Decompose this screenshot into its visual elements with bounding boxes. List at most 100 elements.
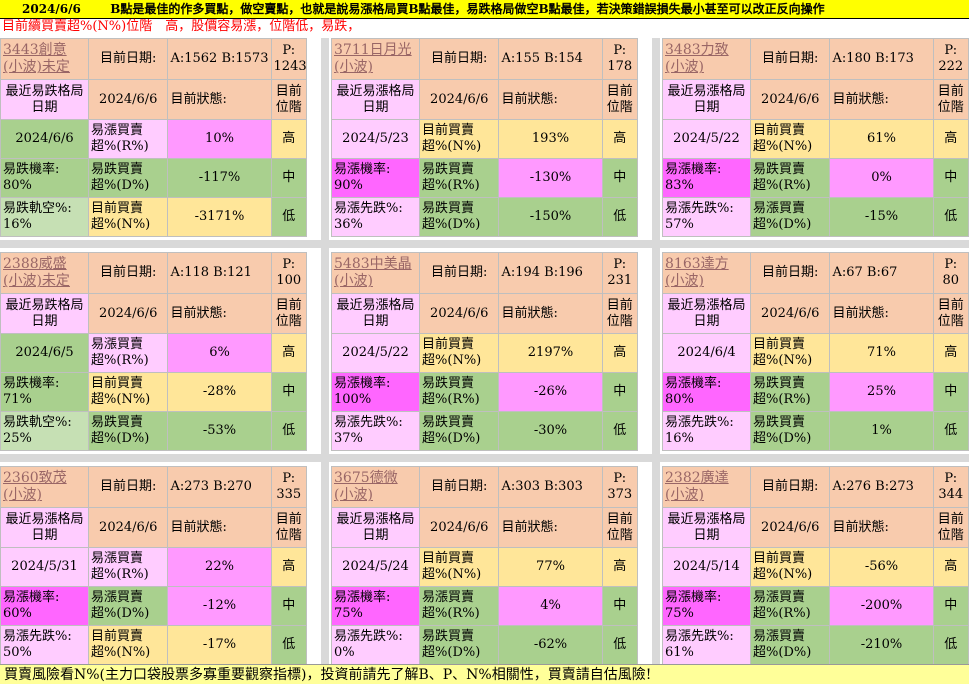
row1-label: 目前買賣超%(N%) [419,332,500,373]
stock-name-link[interactable]: 8163達方(小波) [665,256,729,289]
header-text: B點是最佳的作多買點，做空賣點，也就是說易漲格局買B點最佳，易跌格局做空B點最佳… [110,2,825,16]
stock-name-cell: 2388威盛(小波)未定 [0,251,90,295]
header-date: 2024/6/6 [22,2,81,16]
row3-label: 目前買賣超%(N%) [88,624,169,666]
probability: 易跌機率: 80% [0,157,90,198]
current-date-value: 2024/6/6 [750,293,831,334]
stock-name-cell: 8163達方(小波) [661,251,752,295]
row3-value: -62% [498,624,603,666]
row3-value: -53% [167,410,272,452]
row2-value: 0% [829,157,934,198]
level-mid: 中 [932,157,969,198]
row1-label: 目前買賣超%(N%) [419,546,500,587]
level-high: 高 [601,118,639,159]
stock-name-link[interactable]: 2360致茂(小波) [3,470,67,503]
probability: 易漲機率: 90% [330,157,421,198]
p-price: P: 1243 [270,37,308,81]
row2-label: 易跌買賣超%(R%) [750,371,831,412]
recent-pattern-label: 最近易漲格局日期 [661,507,752,548]
footer-disclaimer: 買賣風險看N%(主力口袋股票多寡重要觀察指標)，投資前請先了解B、P、N%相關性… [0,664,969,684]
level-high: 高 [270,546,308,587]
current-date-value: 2024/6/6 [88,79,169,120]
recent-pattern-date: 2024/5/22 [330,332,421,373]
row2-label: 易漲買賣超%(R%) [419,585,500,626]
stock-name-link[interactable]: 3711日月光(小波) [334,42,412,75]
level-high: 高 [601,332,639,373]
stock-panel: 2360致茂(小波) 目前日期: A:273 B:270 P: 335 最近易漲格局日期… [0,465,308,666]
track-percent: 易漲先跌%: 36% [330,196,421,238]
level-mid: 中 [932,371,969,412]
p-price: P: 335 [270,465,308,509]
p-price: P: 344 [932,465,969,509]
row2-label: 易跌買賣超%(R%) [750,157,831,198]
stock-name-cell: 2382廣達(小波) [661,465,752,509]
row3-value: -210% [829,624,934,666]
row2-label: 易漲買賣超%(D%) [88,585,169,626]
panel-separator [0,240,969,248]
row3-value: -17% [167,624,272,666]
row1-value: 6% [167,332,272,373]
stock-panel: 5483中美晶(小波) 目前日期: A:194 B:196 P: 231 最近易漲格局日… [330,251,639,452]
recent-pattern-label: 最近易漲格局日期 [330,293,421,334]
stock-name-link[interactable]: 3443創意(小波)未定 [3,42,70,75]
current-level-label: 目前位階 [270,293,308,334]
current-level-label: 目前位階 [270,507,308,548]
recent-pattern-date: 2024/6/5 [0,332,90,373]
level-mid: 中 [932,585,969,626]
level-low: 低 [270,410,308,452]
current-date-value: 2024/6/6 [419,79,500,120]
panel-separator [652,38,660,664]
recent-pattern-date: 2024/5/14 [661,546,752,587]
stock-name-cell: 3443創意(小波)未定 [0,37,90,81]
stock-panel: 3675德微(小波) 目前日期: A:303 B:303 P: 373 最近易漲格局日期… [330,465,639,666]
level-high: 高 [601,546,639,587]
stock-panel: 3443創意(小波)未定 目前日期: A:1562 B:1573 P: 1243 最近易… [0,37,308,238]
row3-label: 易跌買賣超%(D%) [88,410,169,452]
stock-panel: 2382廣達(小波) 目前日期: A:276 B:273 P: 344 最近易漲格局日期… [661,465,969,666]
row1-label: 易漲買賣超%(R%) [88,546,169,587]
row3-label: 易跌買賣超%(D%) [750,410,831,452]
current-level-label: 目前位階 [601,507,639,548]
row2-label: 易跌買賣超%(D%) [88,157,169,198]
row3-value: -3171% [167,196,272,238]
recent-pattern-label: 最近易跌格局日期 [0,79,90,120]
current-status-label: 目前狀態: [498,293,603,334]
track-percent: 易漲先跌%: 61% [661,624,752,666]
recent-pattern-label: 最近易漲格局日期 [330,79,421,120]
recent-pattern-label: 最近易跌格局日期 [0,293,90,334]
p-price: P: 222 [932,37,969,81]
level-high: 高 [270,332,308,373]
current-date-label: 目前日期: [88,37,169,81]
stock-name-link[interactable]: 3675德微(小波) [334,470,398,503]
row1-value: 193% [498,118,603,159]
stock-name-cell: 3483力致(小波) [661,37,752,81]
current-date-label: 目前日期: [750,251,831,295]
current-date-value: 2024/6/6 [419,293,500,334]
stock-name-link[interactable]: 5483中美晶(小波) [334,256,412,289]
stock-name-link[interactable]: 3483力致(小波) [665,42,729,75]
stock-name-link[interactable]: 2388威盛(小波)未定 [3,256,70,289]
row3-value: -30% [498,410,603,452]
ab-price: A:118 B:121 [167,251,272,295]
level-low: 低 [932,624,969,666]
row2-value: -200% [829,585,934,626]
recent-pattern-label: 最近易漲格局日期 [0,507,90,548]
header-subtitle: 目前續買賣超%(N%)位階 高，股價容易漲，位階低，易跌， [0,19,969,35]
track-percent: 易漲先跌%: 16% [661,410,752,452]
row2-value: -26% [498,371,603,412]
current-level-label: 目前位階 [270,79,308,120]
ab-price: A:303 B:303 [498,465,603,509]
stock-name-link[interactable]: 2382廣達(小波) [665,470,729,503]
row3-value: -15% [829,196,934,238]
level-high: 高 [270,118,308,159]
stock-name-cell: 2360致茂(小波) [0,465,90,509]
level-high: 高 [932,332,969,373]
level-mid: 中 [270,371,308,412]
level-high: 高 [932,118,969,159]
recent-pattern-label: 最近易漲格局日期 [661,293,752,334]
current-date-label: 目前日期: [419,251,500,295]
row3-label: 易跌買賣超%(D%) [419,196,500,238]
current-level-label: 目前位階 [932,293,969,334]
recent-pattern-date: 2024/5/31 [0,546,90,587]
current-date-value: 2024/6/6 [88,507,169,548]
